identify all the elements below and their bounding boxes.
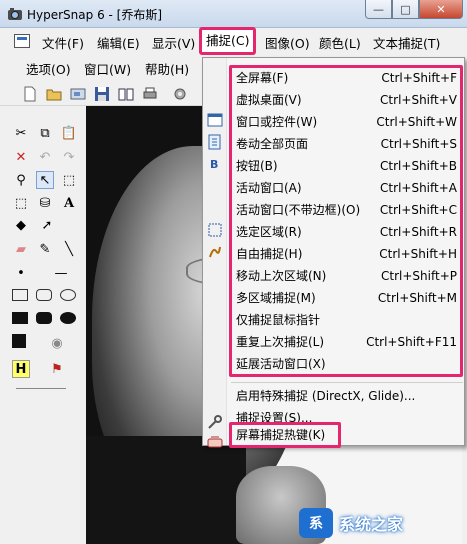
zoom-icon[interactable]: ⚲ (12, 171, 30, 189)
menu-item-scroll-page[interactable]: 卷动全部页面 Ctrl+Shift+S (236, 133, 461, 155)
save-icon[interactable] (94, 86, 110, 102)
line-tool-icon[interactable]: ╲ (60, 240, 78, 258)
watermark-text: 系统之家 (339, 515, 404, 534)
print-icon[interactable] (142, 86, 158, 102)
menu-bar-row-1: 文件(F) 编辑(E) 显示(V) 捕捉(C) 图像(O) 颜色(L) 文本捕捉… (0, 27, 467, 55)
menu-options[interactable]: 选项(O) (26, 59, 71, 78)
background-color-icon[interactable]: ◉ (48, 334, 66, 352)
cut-icon[interactable]: ✂ (12, 124, 30, 142)
menu-separator (231, 382, 463, 383)
close-button[interactable]: ✕ (419, 0, 463, 19)
menu-item-mouse-pointer[interactable]: 仅捕捉鼠标指针 (236, 309, 461, 331)
menu-item-virtual-desktop[interactable]: 虚拟桌面(V) Ctrl+Shift+V (236, 89, 461, 111)
menu-capture[interactable]: 捕捉(C) (199, 27, 257, 55)
menu-image[interactable]: 图像(O) (265, 33, 310, 52)
watermark: 系 系统之家 (299, 506, 459, 540)
minimize-button[interactable]: — (365, 0, 392, 19)
watermark-logo-icon: 系 (299, 508, 333, 538)
document-icon[interactable] (14, 34, 30, 48)
window-title: HyperSnap 6 - [乔布斯] (27, 8, 163, 22)
menu-text-capture[interactable]: 文本捕捉(T) (373, 33, 440, 52)
book-icon[interactable] (118, 86, 134, 102)
arrow-tool-icon[interactable]: ➚ (38, 216, 56, 234)
region-select-icon (208, 223, 222, 237)
line-style-icon[interactable]: — (46, 264, 76, 282)
ellipse-shape-icon[interactable] (60, 289, 76, 301)
portrait-shirt (86, 436, 246, 544)
menu-item-window-control[interactable]: 窗口或控件(W) Ctrl+Shift+W (236, 111, 461, 133)
settings-wrench-icon (208, 415, 222, 429)
menu-item-button[interactable]: 按钮(B) Ctrl+Shift+B (236, 155, 461, 177)
tool-palette: ✂ ⧉ 📋 ✕ ↶ ↷ ⚲ ↖ ⬚ ⬚ ⛁ A ◆ ➚ ▰ ✎ ╲ • — ◉ … (0, 116, 86, 544)
delete-icon[interactable]: ✕ (12, 148, 30, 166)
dot-style-icon[interactable]: • (12, 264, 30, 282)
title-bar: HyperSnap 6 - [乔布斯] — □ ✕ (0, 0, 467, 28)
rectangle-shape-icon[interactable] (12, 289, 28, 301)
window-control-icon (207, 113, 223, 127)
filled-rounded-rect-icon[interactable] (36, 312, 52, 324)
menu-item-move-last-region[interactable]: 移动上次区域(N) Ctrl+Shift+P (236, 265, 461, 287)
open-icon[interactable] (46, 86, 62, 102)
menu-item-active-window-no-border[interactable]: 活动窗口(不带边框)(O) Ctrl+Shift+C (236, 199, 461, 221)
menu-item-special-capture[interactable]: 启用特殊捕捉 (DirectX, Glide)... (236, 385, 461, 407)
menu-item-multi-region[interactable]: 多区域捕捉(M) Ctrl+Shift+M (236, 287, 461, 309)
new-icon[interactable] (22, 86, 38, 102)
settings-icon[interactable] (172, 86, 188, 102)
rounded-rect-shape-icon[interactable] (36, 289, 52, 301)
eraser-icon[interactable]: ▰ (12, 240, 30, 258)
menu-item-freehand[interactable]: 自由捕捉(H) Ctrl+Shift+H (236, 243, 461, 265)
undo-icon[interactable]: ↶ (36, 148, 54, 166)
slider-track[interactable] (16, 388, 66, 389)
hotkey-icon (207, 436, 223, 448)
filled-rect-icon[interactable] (12, 312, 28, 324)
text-tool-icon[interactable]: A (60, 194, 78, 212)
hypersnap-app-icon (8, 8, 22, 20)
pointer-icon[interactable]: ↖ (36, 171, 54, 189)
menu-window[interactable]: 窗口(W) (84, 59, 131, 78)
copy-icon[interactable]: ⧉ (36, 124, 54, 142)
menu-view[interactable]: 显示(V) (152, 33, 195, 52)
svg-text:B: B (210, 158, 218, 171)
capture-dropdown-menu: B 全屏幕(F) Ctrl+Shift+F 虚拟桌面(V) Ctrl+Shift+V… (202, 57, 465, 448)
paste-icon[interactable]: 📋 (60, 124, 78, 142)
menu-file[interactable]: 文件(F) (42, 33, 84, 52)
filled-ellipse-icon[interactable] (60, 312, 76, 324)
highlight-icon[interactable]: H (12, 360, 30, 378)
scroll-page-icon (208, 134, 221, 150)
freehand-icon (209, 246, 221, 258)
menu-help[interactable]: 帮助(H) (145, 59, 189, 78)
menu-item-select-region[interactable]: 选定区域(R) Ctrl+Shift+R (236, 221, 461, 243)
foreground-color-icon[interactable] (12, 334, 26, 348)
menu-item-repeat-last[interactable]: 重复上次捕捉(L) Ctrl+Shift+F11 (236, 331, 461, 353)
menu-color[interactable]: 颜色(L) (319, 33, 361, 52)
button-capture-icon: B (210, 158, 218, 171)
crop-icon[interactable]: ⬚ (60, 171, 78, 189)
menu-item-fullscreen[interactable]: 全屏幕(F) Ctrl+Shift+F (236, 67, 461, 89)
stamp-icon[interactable]: ⛁ (36, 194, 54, 212)
menu-item-extend-window[interactable]: 延展活动窗口(X) (236, 353, 461, 375)
toolbar (0, 82, 212, 106)
pen-icon[interactable]: ✎ (36, 240, 54, 258)
menu-item-screen-hotkeys[interactable]: 屏幕捕捉热键(K) (236, 424, 461, 446)
capture-icon[interactable] (70, 86, 86, 102)
menu-edit[interactable]: 编辑(E) (97, 33, 140, 52)
fill-icon[interactable]: ◆ (12, 216, 30, 234)
redo-icon[interactable]: ↷ (60, 148, 78, 166)
stamp-tool-icon[interactable]: ⚑ (48, 360, 66, 378)
maximize-button[interactable]: □ (392, 0, 419, 19)
menu-item-active-window[interactable]: 活动窗口(A) Ctrl+Shift+A (236, 177, 461, 199)
select-rect-icon[interactable]: ⬚ (12, 194, 30, 212)
